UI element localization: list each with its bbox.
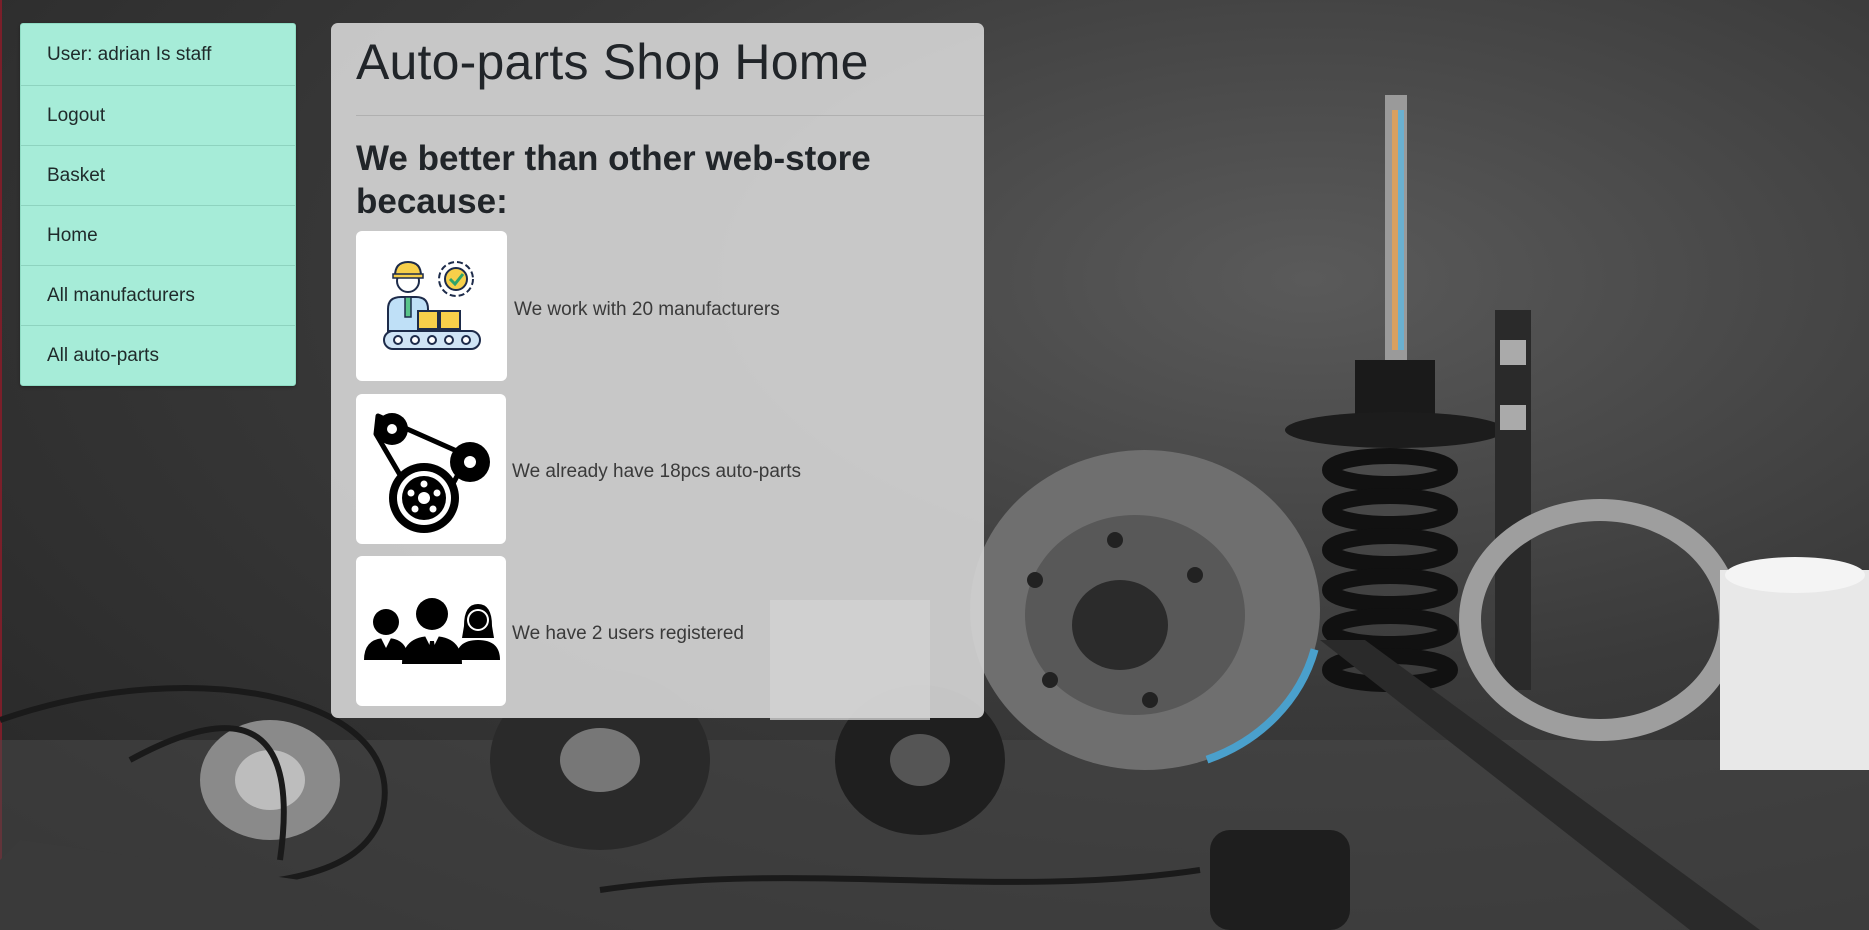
factory-worker-conveyor-icon — [356, 231, 507, 381]
sidebar-item-all-auto-parts[interactable]: All auto-parts — [21, 325, 295, 385]
sidebar-item-basket[interactable]: Basket — [21, 145, 295, 205]
sidebar-item-home[interactable]: Home — [21, 205, 295, 265]
main-panel: Auto-parts Shop Home We better than othe… — [331, 23, 984, 718]
feature-text-manufacturers: We work with 20 manufacturers — [514, 299, 780, 320]
feature-text-auto-parts: We already have 18pcs auto-parts — [512, 461, 802, 482]
sidebar-item-logout[interactable]: Logout — [21, 85, 295, 145]
sidebar-nav: User: adrian Is staff Logout Basket Home… — [20, 23, 296, 386]
users-group-icon — [356, 556, 506, 706]
sidebar-item-user[interactable]: User: adrian Is staff — [21, 24, 295, 85]
feature-text-users: We have 2 users registered — [512, 623, 744, 644]
belt-pulleys-icon — [356, 394, 506, 544]
page-title: Auto-parts Shop Home — [356, 34, 869, 90]
sidebar-item-all-manufacturers[interactable]: All manufacturers — [21, 265, 295, 325]
page-subtitle: We better than other web-store because: — [356, 139, 871, 221]
title-divider — [356, 115, 984, 116]
